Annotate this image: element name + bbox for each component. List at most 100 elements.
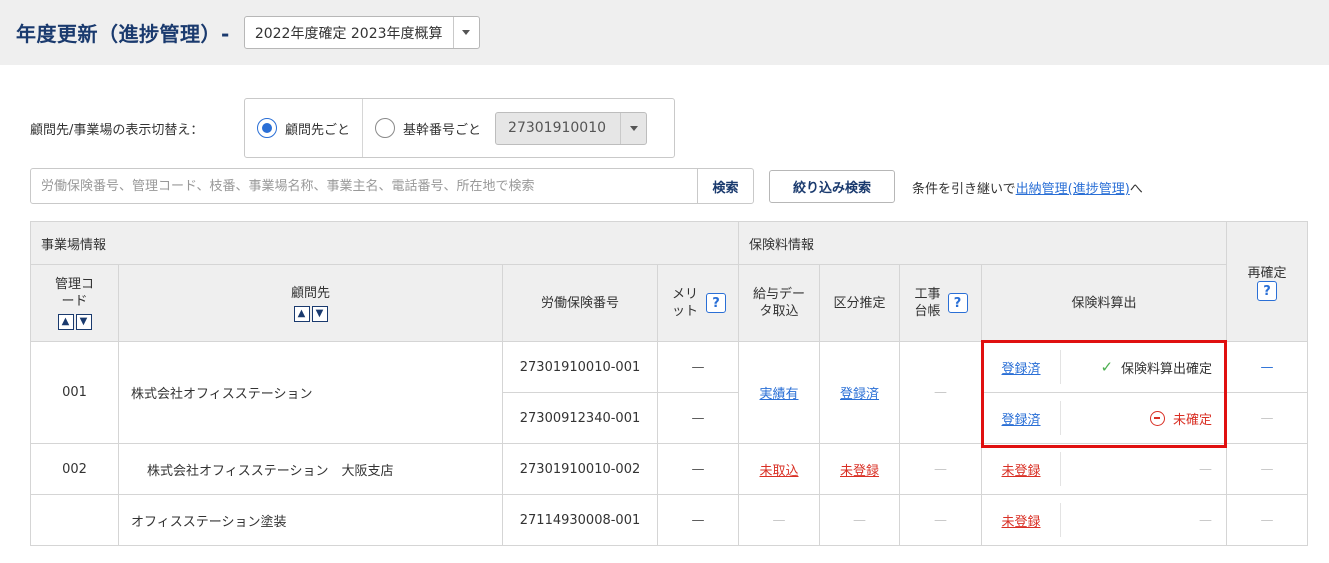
client-label: 顧問先	[290, 285, 330, 301]
sort-up-icon[interactable]: ▲	[293, 305, 310, 322]
row-merit: —	[656, 341, 740, 393]
sort-down-icon[interactable]: ▼	[75, 314, 92, 330]
row-premium-calc: 登録済 ✓ 保険料算出確定	[981, 341, 1228, 393]
progress-table: 事業場情報 保険料情報 再確定 ? 管理コード ▲ ▼ 顧問先 ▲ ▼ 労働保険…	[29, 221, 1309, 546]
radio-client[interactable]: 顧問先ごと	[245, 99, 364, 157]
classification-link[interactable]: 登録済	[840, 387, 879, 402]
salary-link[interactable]: 未取込	[760, 464, 799, 479]
row-premium-calc: 登録済 未確定	[981, 392, 1228, 444]
row-client: 株式会社オフィスステーション	[118, 341, 503, 444]
search-input[interactable]	[31, 169, 697, 203]
radio-checked-icon[interactable]	[257, 118, 277, 138]
carry-text-pre: 条件を引き継いで	[912, 182, 1016, 197]
col-header-classification: 区分推定	[819, 264, 901, 342]
sort-down-icon[interactable]: ▼	[311, 305, 328, 322]
row-premium-calc: 未登録 —	[981, 443, 1228, 495]
row-client: 株式会社オフィスステーション 大阪支店	[118, 443, 503, 495]
check-icon: ✓	[1100, 358, 1114, 376]
help-icon[interactable]: ?	[1257, 281, 1278, 301]
sort-up-icon[interactable]: ▲	[57, 314, 74, 330]
radio-base-label: 基幹番号ごと	[403, 122, 482, 138]
col-header-merit: メリット ?	[656, 264, 740, 342]
page-header: 年度更新（進捗管理）- 2022年度確定 2023年度概算	[0, 0, 1329, 65]
row-premium-calc: 未登録 —	[981, 494, 1228, 546]
premium-calc-link[interactable]: 未登録	[1002, 511, 1041, 530]
row-insurance-number: 27114930008-001	[502, 494, 658, 546]
search-button[interactable]: 検索	[697, 169, 753, 203]
radio-client-label: 顧問先ごと	[285, 122, 351, 138]
year-select-value: 2022年度確定 2023年度概算	[254, 25, 443, 42]
premium-status: 保険料算出確定	[1121, 361, 1213, 377]
col-header-premium-calc: 保険料算出	[981, 264, 1228, 342]
premium-calc-link[interactable]: 登録済	[1002, 358, 1041, 377]
chevron-down-icon	[629, 125, 638, 131]
row-code: 002	[30, 443, 119, 495]
row-salary: —	[738, 494, 821, 546]
merit-label: メリット	[671, 287, 698, 319]
code-label: 管理コード	[54, 277, 94, 309]
row-insurance-number: 27301910010-002	[502, 443, 658, 495]
page-title: 年度更新（進捗管理）-	[16, 22, 230, 46]
year-select-toggle[interactable]	[452, 17, 479, 48]
premium-calc-link[interactable]: 登録済	[1002, 409, 1041, 428]
display-toggle-label: 顧問先/事業場の表示切替え：	[30, 123, 204, 138]
row-classification: —	[819, 494, 901, 546]
classification-link[interactable]: 未登録	[840, 464, 879, 479]
row-construction: —	[899, 443, 983, 495]
carry-over-note: 条件を引き継いで出納管理(進捗管理)へ	[912, 178, 1143, 197]
row-classification: 登録済	[819, 341, 901, 444]
row-reconfirm[interactable]: —	[1226, 341, 1309, 393]
row-construction: —	[899, 494, 983, 546]
row-code	[30, 494, 119, 546]
row-merit: —	[656, 392, 740, 444]
base-code-value: 27301910010	[508, 120, 607, 136]
col-header-client: 顧問先 ▲ ▼	[118, 264, 503, 342]
reconfirm-label: 再確定	[1247, 266, 1287, 281]
salary-link[interactable]: 実績有	[760, 387, 799, 402]
code-sort: ▲ ▼	[57, 314, 92, 330]
salary-label: 給与データ取込	[753, 287, 806, 319]
radio-unchecked-icon[interactable]	[375, 118, 396, 138]
row-merit: —	[656, 443, 740, 495]
base-code-toggle[interactable]	[620, 112, 646, 144]
row-insurance-number: 27301910010-001	[502, 341, 658, 393]
filter-search-button[interactable]: 絞り込み検索	[769, 170, 895, 203]
row-salary: 未取込	[738, 443, 821, 495]
row-classification: 未登録	[819, 443, 901, 495]
col-header-salary-import: 給与データ取込	[738, 264, 821, 342]
row-reconfirm: —	[1226, 443, 1309, 495]
construction-label: 工事台帳	[914, 287, 941, 319]
chevron-down-icon	[462, 30, 471, 35]
row-salary: 実績有	[738, 341, 821, 444]
table-row: 002 株式会社オフィスステーション 大阪支店 27301910010-002 …	[30, 443, 1309, 495]
client-sort: ▲ ▼	[293, 305, 328, 322]
col-header-construction: 工事台帳 ?	[899, 264, 983, 342]
row-insurance-number: 27300912340-001	[502, 392, 658, 444]
help-icon[interactable]: ?	[947, 293, 968, 313]
row-code: 001	[30, 341, 119, 444]
row-client: オフィスステーション塗装	[118, 494, 503, 546]
ledger-progress-link[interactable]: 出納管理(進捗管理)	[1016, 182, 1130, 197]
premium-status: —	[1199, 512, 1213, 528]
group-header-office: 事業場情報	[29, 221, 740, 265]
table-row: 001 株式会社オフィスステーション 27301910010-001 — 実績有…	[30, 341, 1309, 444]
group-header-premium: 保険料情報	[738, 221, 1228, 265]
radio-base-number[interactable]: 基幹番号ごと 27301910010	[363, 99, 659, 157]
col-header-code: 管理コード ▲ ▼	[30, 264, 119, 342]
premium-status: —	[1199, 461, 1213, 477]
year-select[interactable]: 2022年度確定 2023年度概算	[243, 16, 480, 49]
row-construction: —	[899, 341, 983, 444]
row-merit: —	[656, 494, 740, 546]
premium-calc-link[interactable]: 未登録	[1002, 460, 1041, 479]
premium-status: 未確定	[1173, 412, 1213, 428]
col-header-insurance-number: 労働保険番号	[502, 264, 658, 342]
row-reconfirm: —	[1226, 392, 1309, 444]
display-toggle-group: 顧問先ごと 基幹番号ごと 27301910010	[244, 98, 675, 158]
minus-circle-icon	[1150, 410, 1166, 426]
base-code-select[interactable]: 27301910010	[495, 111, 648, 145]
carry-text-post: へ	[1129, 182, 1143, 197]
table-row: オフィスステーション塗装 27114930008-001 — — — — 未登録…	[30, 494, 1309, 546]
search-box: 検索	[30, 168, 754, 204]
row-reconfirm: —	[1226, 494, 1309, 546]
help-icon[interactable]: ?	[706, 293, 726, 313]
